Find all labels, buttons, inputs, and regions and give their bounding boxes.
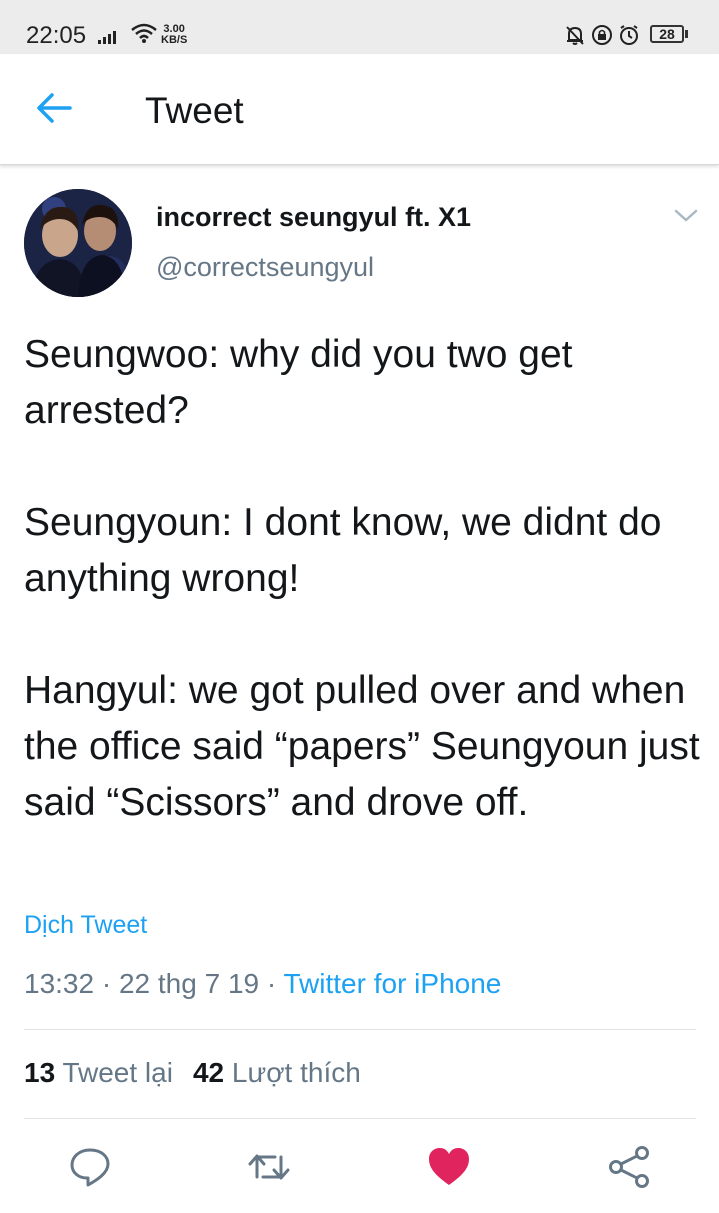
- tweet-source-link[interactable]: Twitter for iPhone: [283, 968, 501, 999]
- status-bar: 22:05 3.00 KB/S 28: [0, 0, 719, 54]
- share-button[interactable]: [605, 1143, 653, 1191]
- share-icon: [609, 1146, 649, 1188]
- battery-icon: [685, 30, 688, 38]
- retweet-button[interactable]: [245, 1143, 293, 1191]
- signal-icon: [98, 31, 116, 44]
- alarm-icon: [620, 25, 638, 45]
- status-time: 22:05: [26, 22, 87, 49]
- network-speed: 3.00 KB/S: [161, 24, 187, 46]
- retweet-icon: [248, 1154, 290, 1180]
- heart-icon: [429, 1148, 469, 1185]
- meta-separator: ·: [266, 968, 284, 999]
- wifi-icon: [131, 23, 157, 43]
- tweet-meta: 13:32 · 22 thg 7 19 · Twitter for iPhone: [24, 968, 501, 1000]
- user-handle[interactable]: @correctseungyul: [156, 252, 374, 283]
- tweet-time: 13:32: [24, 968, 95, 999]
- like-button[interactable]: [425, 1143, 473, 1191]
- lock-rotation-icon: [592, 25, 612, 45]
- translate-tweet-link[interactable]: Dịch Tweet: [24, 911, 147, 940]
- like-count: 42: [192, 1057, 225, 1088]
- retweet-stat[interactable]: 13 Tweet lại: [24, 1057, 173, 1089]
- like-label: Lượt thích: [231, 1057, 361, 1088]
- arrow-left-icon: [37, 93, 72, 123]
- retweet-count: 13: [24, 1057, 56, 1088]
- app-header: Tweet: [0, 54, 719, 165]
- bell-muted-icon: [566, 26, 584, 45]
- divider: [24, 1029, 696, 1030]
- page-title: Tweet: [145, 90, 244, 131]
- network-speed-unit: KB/S: [161, 34, 188, 46]
- avatar[interactable]: [24, 189, 132, 297]
- tweet-stats: 13 Tweet lại 42 Lượt thích: [24, 1057, 361, 1089]
- tweet-text: Seungwoo: why did you two get arrested? …: [24, 333, 700, 824]
- retweet-label: Tweet lại: [62, 1057, 173, 1088]
- display-name[interactable]: incorrect seungyul ft. X1: [156, 202, 471, 233]
- like-stat[interactable]: 42 Lượt thích: [193, 1057, 361, 1089]
- divider: [24, 1118, 696, 1119]
- meta-separator: ·: [101, 968, 119, 999]
- reply-button[interactable]: [66, 1143, 114, 1191]
- back-button[interactable]: [34, 90, 74, 126]
- tweet-date: 22 thg 7 19: [118, 968, 260, 999]
- reply-icon: [70, 1148, 110, 1187]
- battery-level: 28: [650, 25, 684, 43]
- chevron-down-icon[interactable]: [673, 207, 699, 225]
